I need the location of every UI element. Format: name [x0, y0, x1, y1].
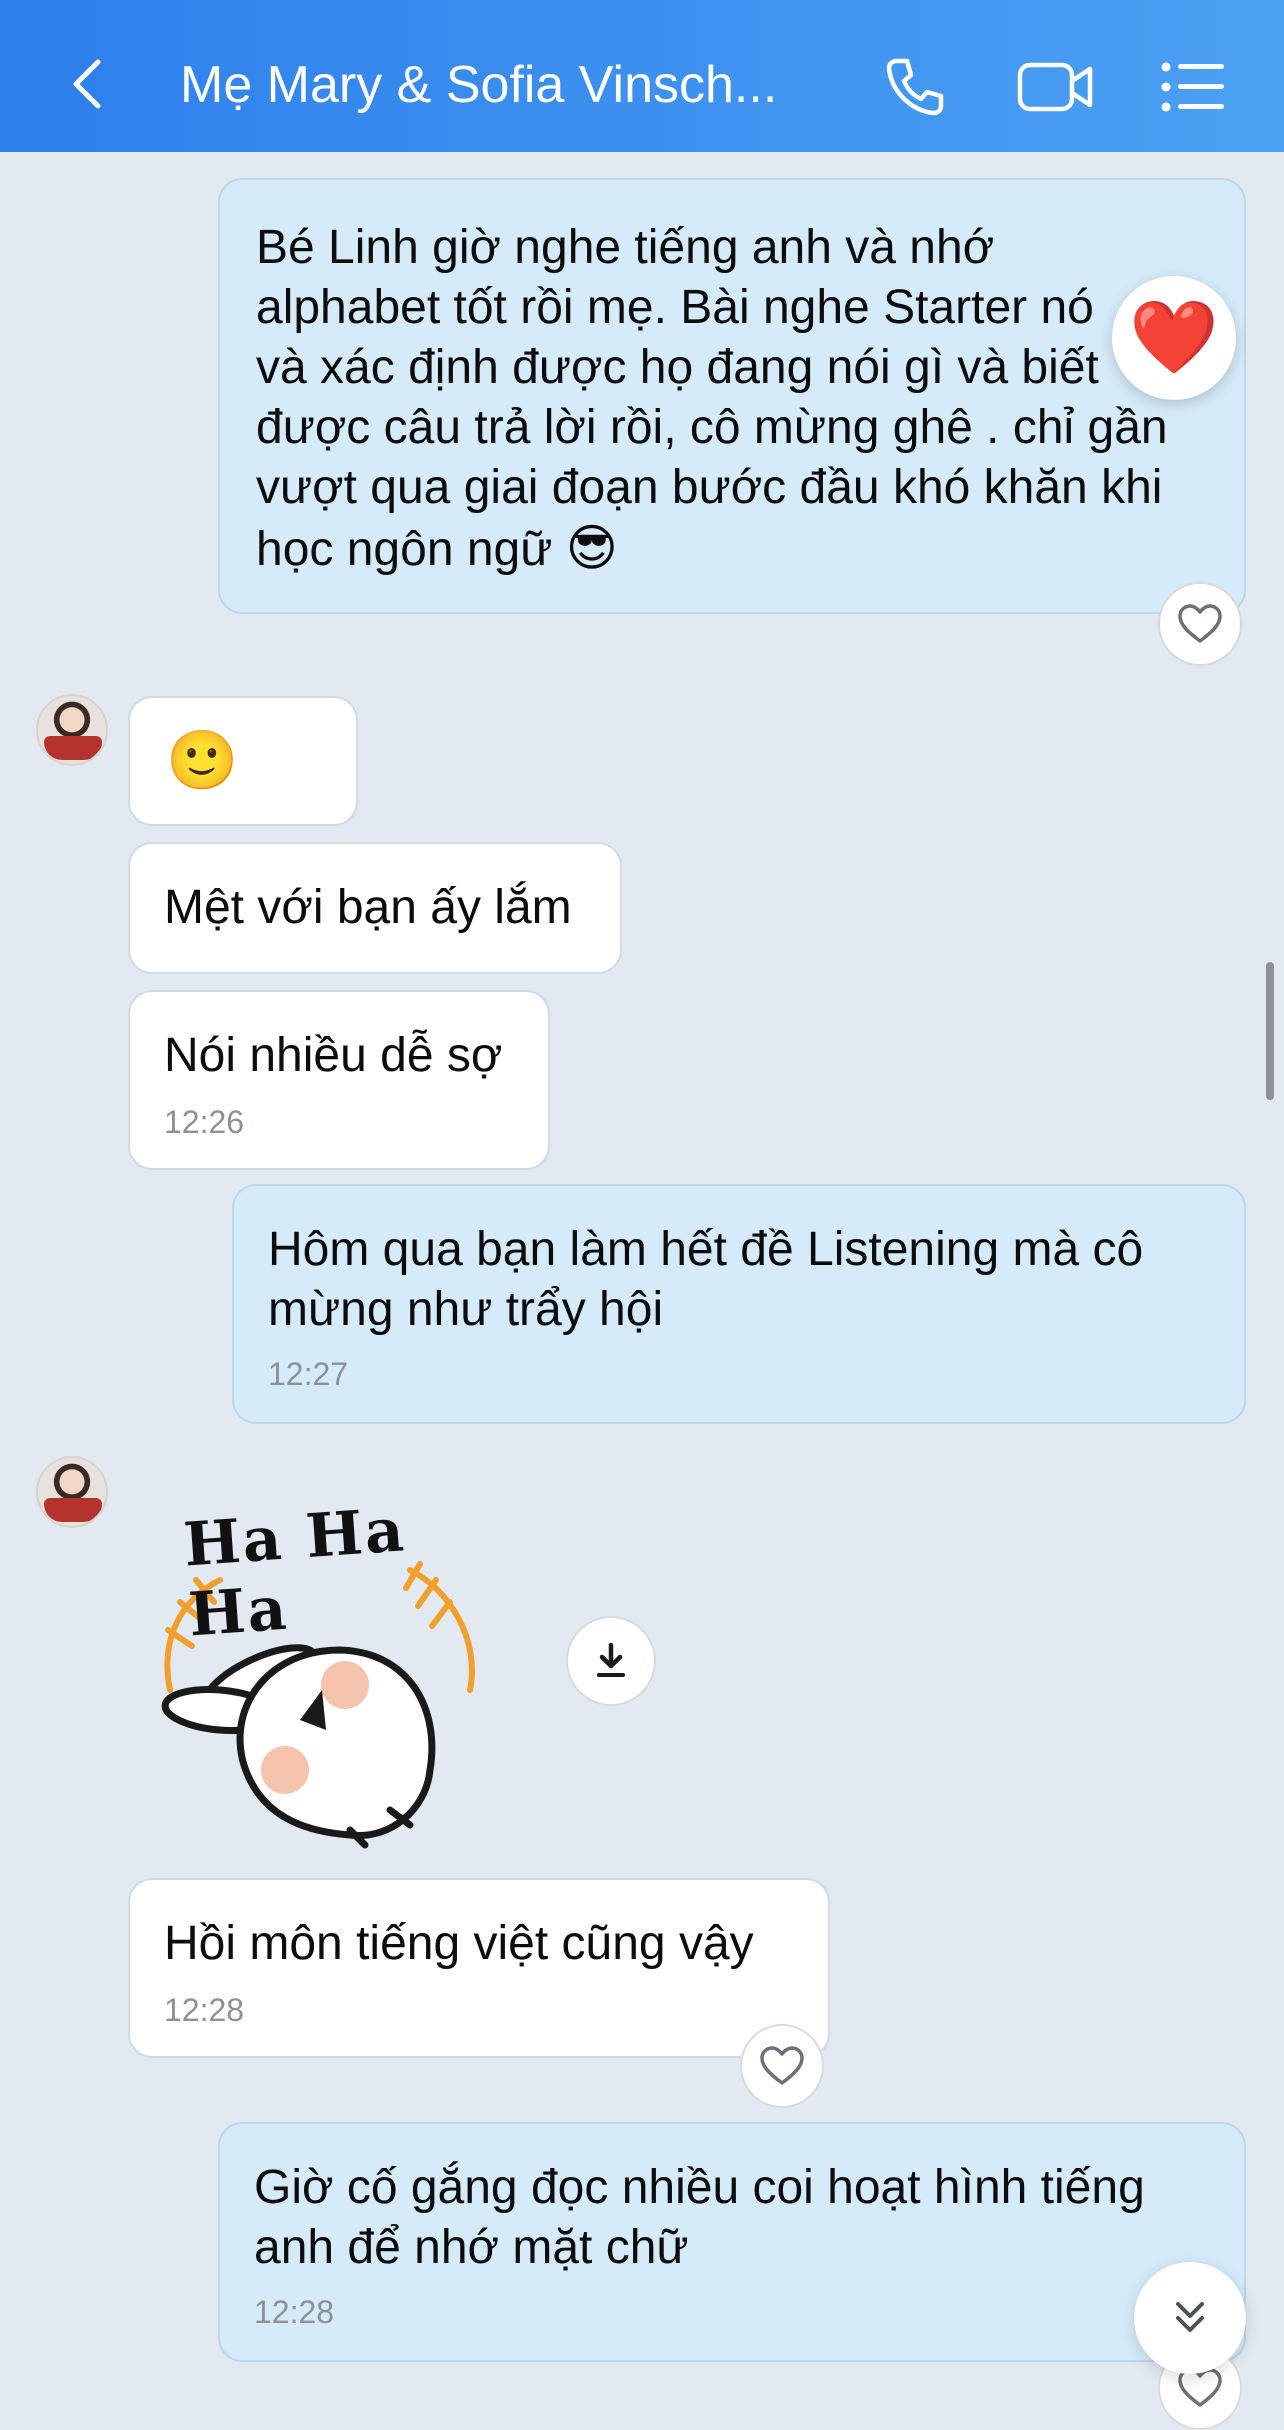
- react-button[interactable]: [1158, 582, 1242, 666]
- heart-outline-icon: [760, 2046, 804, 2085]
- download-sticker-button[interactable]: [566, 1616, 656, 1706]
- smile-emoji: 🙂: [166, 728, 239, 793]
- message-text: Hôm qua bạn làm hết đề Listening mà cô m…: [268, 1223, 1144, 1336]
- react-button[interactable]: [740, 2024, 824, 2108]
- heart-outline-icon: [1178, 604, 1222, 643]
- video-call-button[interactable]: [1016, 52, 1096, 122]
- double-chevron-down-icon: [1176, 2302, 1204, 2332]
- message-time: 12:28: [254, 2294, 335, 2330]
- contact-avatar[interactable]: [36, 694, 108, 766]
- back-button[interactable]: [58, 54, 118, 114]
- message-bubble-incoming[interactable]: Mệt với bạn ấy lắm: [128, 842, 622, 974]
- heart-icon: ❤️: [1129, 298, 1219, 378]
- conversation-title[interactable]: Mẹ Mary & Sofia Vinsch...: [180, 52, 800, 118]
- heart-reaction[interactable]: ❤️: [1112, 276, 1236, 400]
- menu-button[interactable]: [1158, 52, 1228, 122]
- message-text: Nói nhiều dễ sợ: [164, 1029, 503, 1082]
- chevron-left-icon: [73, 59, 101, 109]
- message-bubble-incoming[interactable]: Nói nhiều dễ sợ 12:26: [128, 990, 550, 1170]
- phone-icon: [886, 58, 944, 116]
- download-icon: [597, 1642, 625, 1677]
- message-text: Giờ cố gắng đọc nhiều coi hoạt hình tiến…: [254, 2161, 1145, 2274]
- scrollbar[interactable]: [1266, 962, 1274, 1100]
- message-bubble-incoming[interactable]: 🙂: [128, 696, 358, 826]
- message-text: Bé Linh giờ nghe tiếng anh và nhớ alphab…: [256, 221, 1168, 576]
- message-time: 12:27: [268, 1356, 349, 1392]
- scroll-to-bottom-button[interactable]: [1134, 2262, 1246, 2374]
- video-camera-icon: [1017, 62, 1093, 112]
- contact-avatar[interactable]: [36, 1456, 108, 1528]
- message-bubble-outgoing[interactable]: Giờ cố gắng đọc nhiều coi hoạt hình tiến…: [218, 2122, 1246, 2362]
- message-text: Hồi môn tiếng việt cũng vậy: [164, 1917, 754, 1970]
- chat-header: Mẹ Mary & Sofia Vinsch...: [0, 0, 1284, 152]
- list-menu-icon: [1161, 62, 1224, 112]
- sticker-text: Ha Ha Ha: [181, 1495, 408, 1651]
- sunglasses-emoji: 😎: [565, 520, 618, 576]
- message-text: Mệt với bạn ấy lắm: [164, 881, 572, 934]
- message-bubble-incoming[interactable]: Hồi môn tiếng việt cũng vậy 12:28: [128, 1878, 830, 2058]
- message-time: 12:26: [164, 1104, 245, 1140]
- message-bubble-outgoing[interactable]: Bé Linh giờ nghe tiếng anh và nhớ alphab…: [218, 178, 1246, 614]
- call-button[interactable]: [880, 52, 950, 122]
- message-time: 12:28: [164, 1992, 245, 2028]
- message-bubble-outgoing[interactable]: Hôm qua bạn làm hết đề Listening mà cô m…: [232, 1184, 1246, 1424]
- sticker[interactable]: Ha Ha Ha: [150, 1480, 490, 1850]
